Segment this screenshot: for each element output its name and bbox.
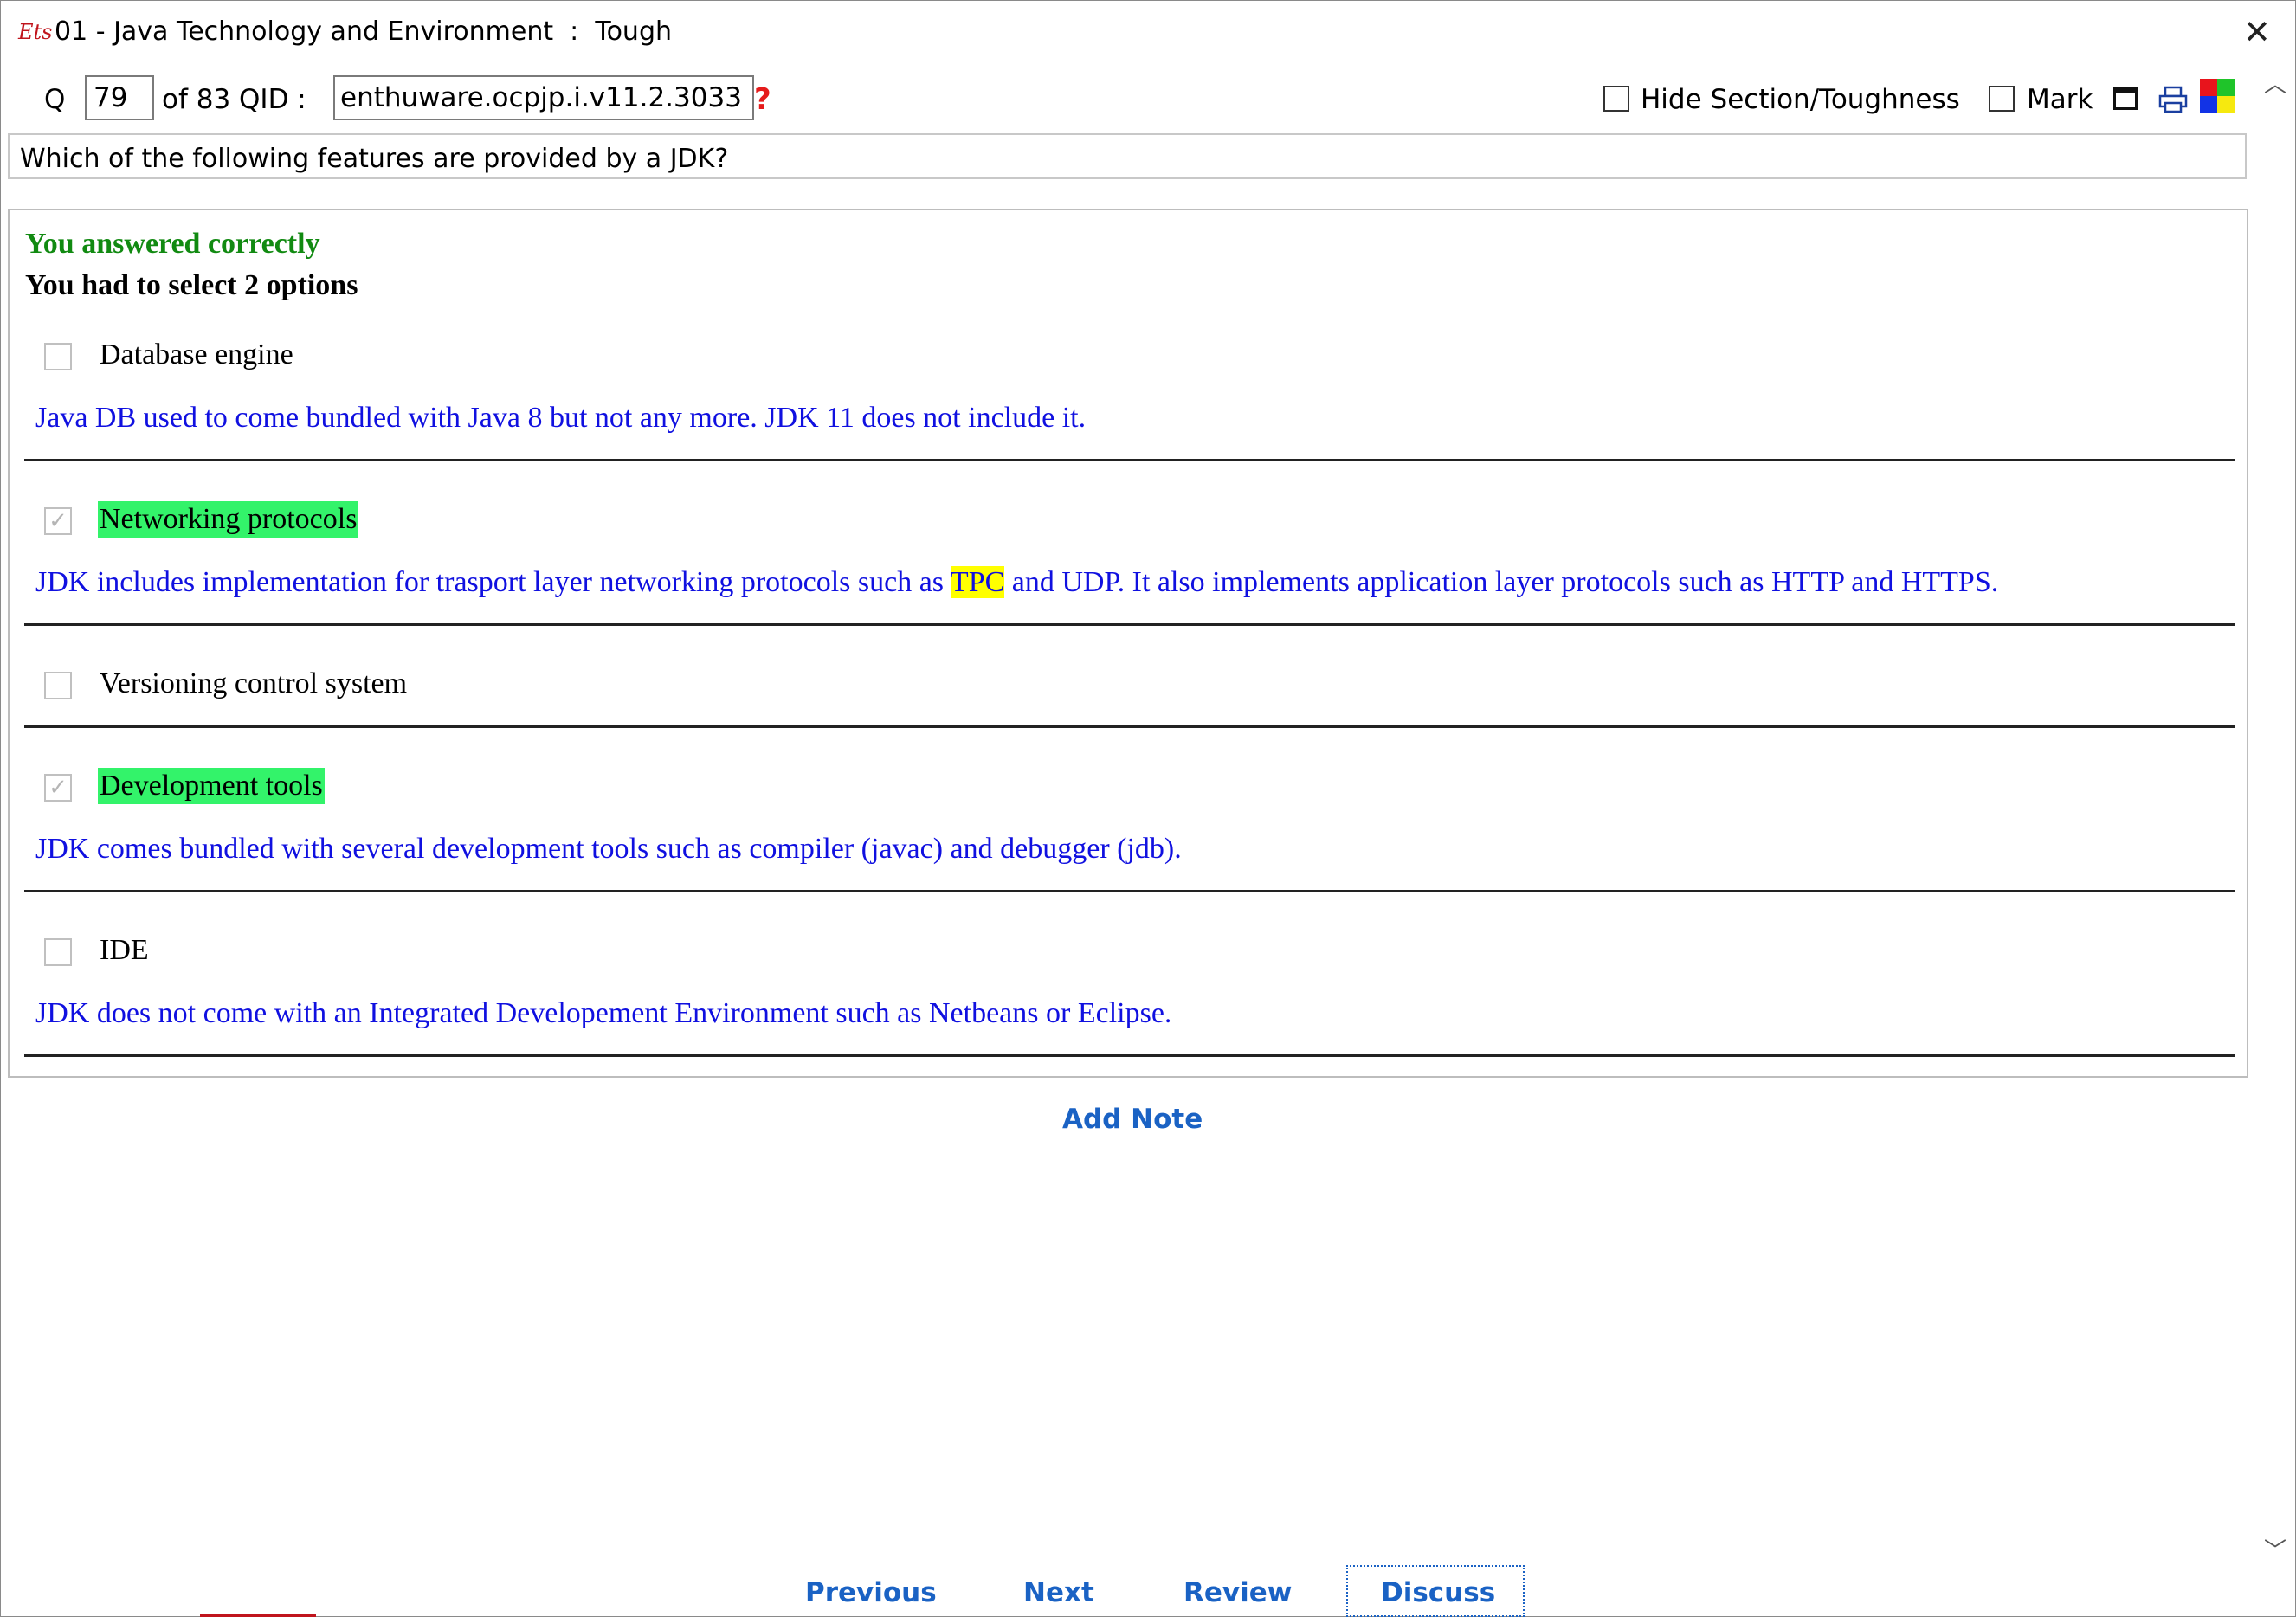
checkmark-icon: ✓ [48, 508, 68, 534]
color-palette-icon[interactable] [2200, 79, 2235, 113]
explanation-text: and UDP. It also implements application … [1004, 566, 1999, 598]
option-label-database-engine[interactable]: Database engine [98, 337, 295, 373]
previous-button[interactable]: Previous [805, 1577, 937, 1608]
mark-label[interactable]: Mark [2027, 84, 2093, 115]
answer-instruction: You had to select 2 options [25, 269, 358, 301]
option-divider [24, 1054, 2235, 1057]
option-explanation-development-tools: JDK comes bundled with several developme… [35, 833, 1182, 865]
discuss-button[interactable]: Discuss [1346, 1565, 1525, 1617]
window-title: 01 - Java Technology and Environment : T… [55, 16, 672, 47]
option-checkbox-database-engine[interactable] [44, 343, 72, 370]
print-icon[interactable] [2158, 86, 2188, 113]
option-label-development-tools[interactable]: Development tools [98, 768, 325, 804]
question-box: Which of the following features are prov… [8, 133, 2247, 179]
option-label-ide[interactable]: IDE [98, 932, 151, 969]
option-checkbox-development-tools[interactable]: ✓ [44, 774, 72, 802]
title-bar: Ets 01 - Java Technology and Environment… [1, 1, 2295, 65]
scroll-up-arrow-icon[interactable]: ︿ [2264, 67, 2286, 99]
qid-field[interactable] [333, 75, 754, 120]
option-checkbox-networking-protocols[interactable]: ✓ [44, 507, 72, 535]
option-checkbox-ide[interactable] [44, 938, 72, 966]
option-divider [24, 890, 2235, 892]
option-explanation-networking-protocols: JDK includes implementation for trasport… [35, 566, 1998, 599]
mark-checkbox[interactable] [1989, 86, 2015, 112]
question-toolbar: Q of 83 QID : ? Hide Section/Toughness M… [1, 72, 2252, 126]
ets-logo-icon: Ets [18, 20, 53, 44]
checkmark-icon: ✓ [48, 775, 68, 801]
question-number-input[interactable] [85, 75, 154, 120]
question-count-label: of 83 QID : [162, 84, 306, 115]
color-swatch-yellow-icon [2217, 96, 2235, 113]
answer-result: You answered correctly [25, 228, 320, 260]
question-text: Which of the following features are prov… [20, 144, 729, 174]
help-icon[interactable]: ? [754, 82, 771, 117]
option-label-versioning-control-system[interactable]: Versioning control system [98, 666, 409, 702]
app-window: Ets 01 - Java Technology and Environment… [0, 0, 2296, 1617]
color-swatch-blue-icon [2200, 96, 2217, 113]
option-divider [24, 623, 2235, 626]
color-swatch-green-icon [2217, 79, 2235, 96]
hide-section-label[interactable]: Hide Section/Toughness [1641, 84, 1960, 115]
add-note-link[interactable]: Add Note [1062, 1104, 1203, 1135]
answer-panel: You answered correctly You had to select… [8, 209, 2248, 1078]
discuss-label[interactable]: Discuss [1381, 1577, 1495, 1608]
next-button[interactable]: Next [1023, 1577, 1094, 1608]
color-swatch-red-icon [2200, 79, 2217, 96]
option-label-networking-protocols[interactable]: Networking protocols [98, 501, 359, 538]
close-icon[interactable]: ✕ [2243, 13, 2271, 51]
option-explanation-ide: JDK does not come with an Integrated Dev… [35, 997, 1172, 1029]
option-explanation-database-engine: Java DB used to come bundled with Java 8… [35, 402, 1087, 434]
highlighted-term: TPC [950, 566, 1005, 598]
scroll-down-arrow-icon[interactable]: ﹀ [2264, 1533, 2286, 1565]
hide-section-checkbox[interactable] [1603, 86, 1629, 112]
window-icon[interactable] [2113, 87, 2138, 110]
review-button[interactable]: Review [1183, 1577, 1292, 1608]
explanation-text: JDK includes implementation for trasport… [35, 566, 951, 598]
option-divider [24, 459, 2235, 461]
question-number-label: Q [44, 84, 66, 115]
option-checkbox-versioning-control-system[interactable] [44, 672, 72, 699]
option-divider [24, 725, 2235, 728]
